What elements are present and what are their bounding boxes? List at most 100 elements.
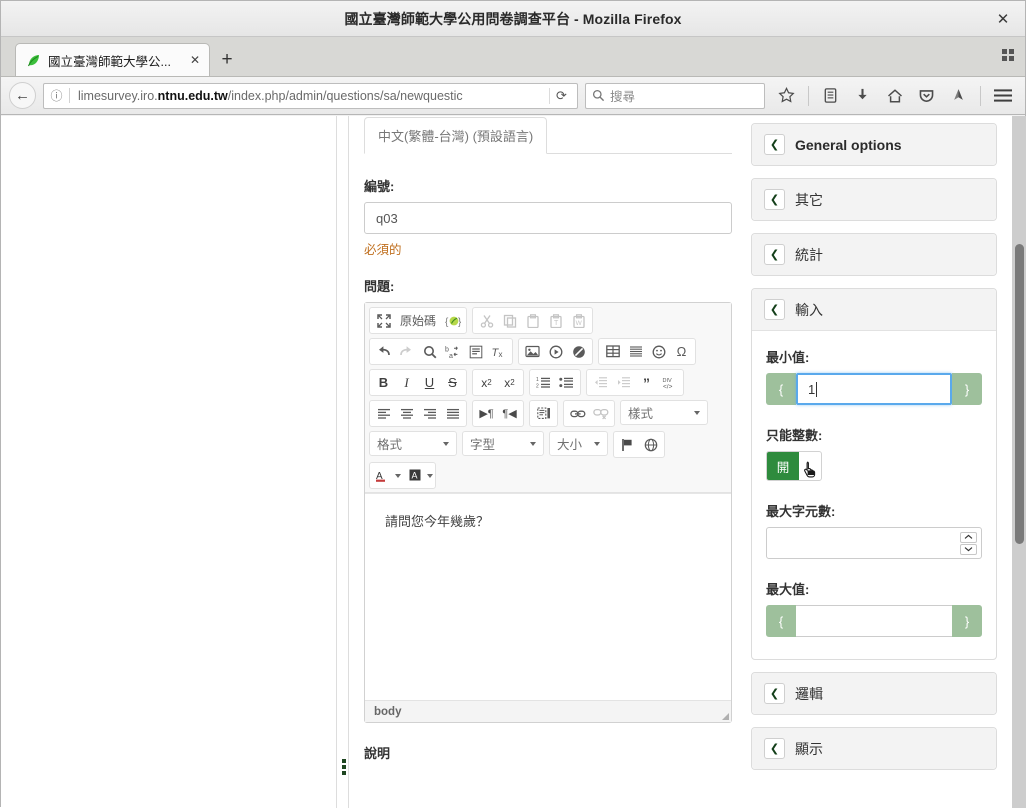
window-close-button[interactable]: ✕ xyxy=(981,1,1025,36)
undo-icon[interactable] xyxy=(372,340,395,363)
panel-input-header[interactable]: ❮ 輸入 xyxy=(752,289,996,331)
source-code-button[interactable]: 原始碼 xyxy=(395,309,441,332)
redo-icon[interactable] xyxy=(395,340,418,363)
sync-icon[interactable] xyxy=(944,82,973,110)
size-combo[interactable]: 大小 xyxy=(549,431,609,456)
bookmark-star-icon[interactable] xyxy=(772,82,801,110)
smiley-icon[interactable] xyxy=(647,340,670,363)
align-left-icon[interactable] xyxy=(372,402,395,425)
list-all-tabs-icon[interactable] xyxy=(1000,47,1017,64)
indent-icon[interactable] xyxy=(612,371,635,394)
templates-icon[interactable]: {} xyxy=(441,309,464,332)
paste-icon[interactable] xyxy=(521,309,544,332)
max-value-input[interactable] xyxy=(796,605,952,637)
window-title: 國立臺灣師範大學公用問卷調查平台 - Mozilla Firefox xyxy=(344,10,682,27)
url-bar[interactable]: ⓘ limesurvey.iro.ntnu.edu.tw/index.php/a… xyxy=(43,82,578,109)
superscript-icon[interactable]: x2 xyxy=(498,371,521,394)
min-value-input[interactable]: 1 xyxy=(796,373,952,405)
replace-icon[interactable]: ba xyxy=(441,340,464,363)
back-button[interactable]: ← xyxy=(9,82,36,109)
show-blocks-icon[interactable] xyxy=(532,402,555,425)
bold-icon[interactable]: B xyxy=(372,371,395,394)
paste-word-icon[interactable]: W xyxy=(567,309,590,332)
font-combo[interactable]: 字型 xyxy=(462,431,544,456)
page-scrollbar[interactable] xyxy=(1012,116,1026,808)
pocket-icon[interactable] xyxy=(912,82,941,110)
outdent-icon[interactable] xyxy=(589,371,612,394)
background-color-icon[interactable]: A xyxy=(404,464,427,487)
text-direction-ltr-icon[interactable]: ▶¶ xyxy=(475,402,498,425)
panel-general-options-header[interactable]: ❮ General options xyxy=(752,124,996,165)
page-scrollbar-thumb[interactable] xyxy=(1015,244,1024,544)
reload-icon[interactable]: ⟳ xyxy=(549,87,573,104)
text-color-icon[interactable]: A xyxy=(372,464,395,487)
strikethrough-icon[interactable]: S xyxy=(441,371,464,394)
question-text-label: 問題: xyxy=(364,279,395,294)
find-icon[interactable] xyxy=(418,340,441,363)
editor-content-area[interactable]: 請問您今年幾歲？ xyxy=(365,493,731,700)
chevron-down-icon[interactable] xyxy=(427,473,433,478)
site-info-icon[interactable]: ⓘ xyxy=(48,87,65,104)
question-code-input[interactable]: q03 xyxy=(364,202,732,234)
editor-resize-grip[interactable] xyxy=(722,713,729,720)
text-direction-rtl-icon[interactable]: ¶◀ xyxy=(498,402,521,425)
max-value-prefix-addon[interactable]: { xyxy=(766,605,796,637)
panel-logic-header[interactable]: ❮ 邏輯 xyxy=(752,673,996,714)
media-embed-icon[interactable] xyxy=(544,340,567,363)
image-icon[interactable] xyxy=(521,340,544,363)
styles-combo[interactable]: 樣式 xyxy=(620,400,708,425)
integer-only-toggle[interactable]: 開 xyxy=(766,451,822,481)
home-icon[interactable] xyxy=(880,82,909,110)
maximize-icon[interactable] xyxy=(372,309,395,332)
search-bar[interactable]: 搜尋 xyxy=(585,82,765,109)
chevron-down-icon xyxy=(594,441,601,446)
format-combo[interactable]: 格式 xyxy=(369,431,457,456)
link-icon[interactable] xyxy=(566,402,589,425)
min-value-suffix-addon[interactable]: } xyxy=(952,373,982,405)
create-div-icon[interactable]: DIV </> xyxy=(658,371,681,394)
max-value-suffix-addon[interactable]: } xyxy=(952,605,982,637)
flash-icon[interactable] xyxy=(567,340,590,363)
justify-icon[interactable] xyxy=(441,402,464,425)
column-drag-handle[interactable] xyxy=(341,756,347,778)
question-code-field-block: 編號: q03 必須的 xyxy=(364,176,732,258)
remove-format-icon[interactable]: Tx xyxy=(487,340,510,363)
editor-path-body[interactable]: body xyxy=(374,706,401,718)
flag-icon[interactable] xyxy=(616,433,639,456)
underline-icon[interactable]: U xyxy=(418,371,441,394)
new-tab-button[interactable]: + xyxy=(210,43,244,76)
library-icon[interactable] xyxy=(816,82,845,110)
copy-icon[interactable] xyxy=(498,309,521,332)
limesurvey-leaf-icon xyxy=(26,53,41,68)
chevron-down-icon[interactable] xyxy=(395,473,401,478)
svg-text:x: x xyxy=(499,350,503,359)
select-all-icon[interactable] xyxy=(464,340,487,363)
paste-text-icon[interactable]: T xyxy=(544,309,567,332)
browser-tab[interactable]: 國立臺灣師範大學公... ✕ xyxy=(15,43,210,76)
panel-other-header[interactable]: ❮ 其它 xyxy=(752,179,996,220)
tab-close-icon[interactable]: ✕ xyxy=(187,53,203,67)
numbered-list-icon[interactable]: 12 xyxy=(532,371,555,394)
horizontal-rule-icon[interactable] xyxy=(624,340,647,363)
max-chars-spinner[interactable] xyxy=(960,531,977,555)
special-char-icon[interactable]: Ω xyxy=(670,340,693,363)
panel-display-header[interactable]: ❮ 顯示 xyxy=(752,728,996,769)
table-icon[interactable] xyxy=(601,340,624,363)
downloads-icon[interactable] xyxy=(848,82,877,110)
min-value-prefix-addon[interactable]: { xyxy=(766,373,796,405)
spinner-down-icon[interactable] xyxy=(960,543,977,555)
align-center-icon[interactable] xyxy=(395,402,418,425)
unlink-icon[interactable] xyxy=(589,402,612,425)
bulleted-list-icon[interactable] xyxy=(555,371,578,394)
cut-icon[interactable] xyxy=(475,309,498,332)
subscript-icon[interactable]: x2 xyxy=(475,371,498,394)
menu-hamburger-icon[interactable] xyxy=(988,82,1017,110)
max-chars-input[interactable] xyxy=(766,527,982,559)
globe-icon[interactable] xyxy=(639,433,662,456)
blockquote-icon[interactable]: ” xyxy=(635,371,658,394)
italic-icon[interactable]: I xyxy=(395,371,418,394)
spinner-up-icon[interactable] xyxy=(960,531,977,543)
align-right-icon[interactable] xyxy=(418,402,441,425)
panel-statistics-header[interactable]: ❮ 統計 xyxy=(752,234,996,275)
language-tab-zh-tw[interactable]: 中文(繁體-台灣) (預設語言) xyxy=(364,117,548,154)
